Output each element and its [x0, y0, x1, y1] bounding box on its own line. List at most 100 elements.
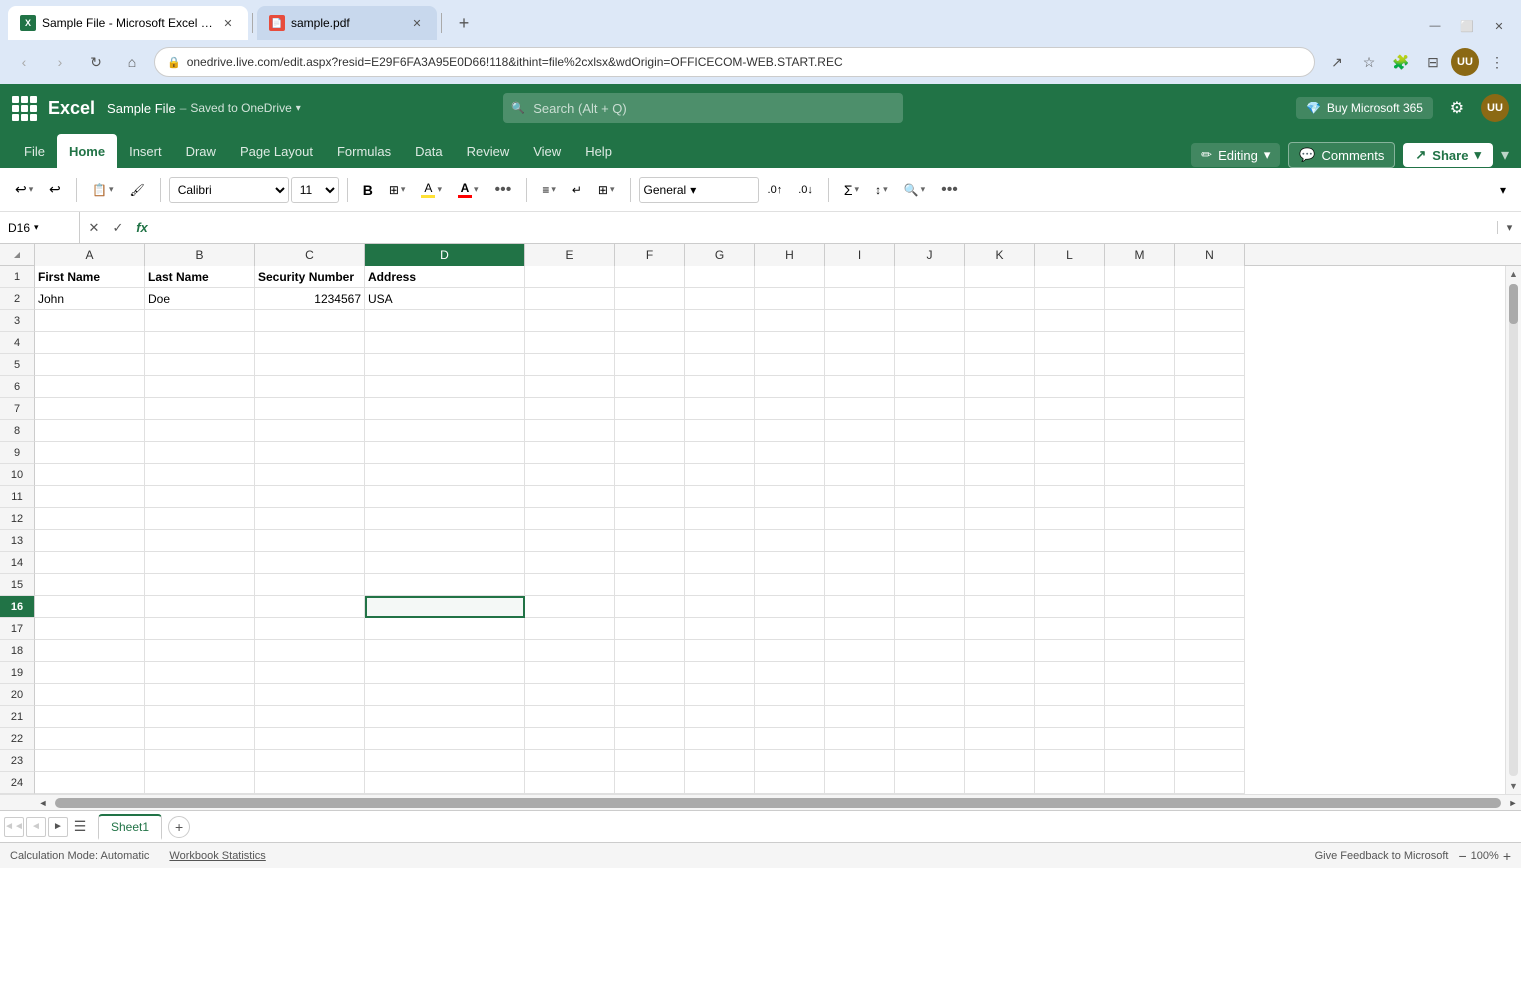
extension-icon[interactable]: 🧩 — [1387, 48, 1415, 76]
cell-F16[interactable] — [615, 596, 685, 618]
cell-L3[interactable] — [1035, 310, 1105, 332]
cell-K10[interactable] — [965, 464, 1035, 486]
cell-I14[interactable] — [825, 552, 895, 574]
cell-F21[interactable] — [615, 706, 685, 728]
cell-D10[interactable] — [365, 464, 525, 486]
cell-J7[interactable] — [895, 398, 965, 420]
col-header-N[interactable]: N — [1175, 244, 1245, 266]
cell-G17[interactable] — [685, 618, 755, 640]
bookmark-icon[interactable]: ☆ — [1355, 48, 1383, 76]
cell-K14[interactable] — [965, 552, 1035, 574]
cell-A22[interactable] — [35, 728, 145, 750]
cell-G15[interactable] — [685, 574, 755, 596]
row-header-9[interactable]: 9 — [0, 442, 35, 464]
cell-D24[interactable] — [365, 772, 525, 794]
merge-cells-button[interactable]: ⊞ ▾ — [591, 176, 622, 204]
cell-G21[interactable] — [685, 706, 755, 728]
cell-C10[interactable] — [255, 464, 365, 486]
cell-K20[interactable] — [965, 684, 1035, 706]
cell-D15[interactable] — [365, 574, 525, 596]
cell-N2[interactable] — [1175, 288, 1245, 310]
row-header-23[interactable]: 23 — [0, 750, 35, 772]
cell-J1[interactable] — [895, 266, 965, 288]
cell-K6[interactable] — [965, 376, 1035, 398]
cell-N23[interactable] — [1175, 750, 1245, 772]
cell-H10[interactable] — [755, 464, 825, 486]
cell-B22[interactable] — [145, 728, 255, 750]
cell-F4[interactable] — [615, 332, 685, 354]
cell-H8[interactable] — [755, 420, 825, 442]
font-size-select[interactable]: 11 — [291, 177, 339, 203]
cell-D20[interactable] — [365, 684, 525, 706]
cell-E22[interactable] — [525, 728, 615, 750]
cell-F1[interactable] — [615, 266, 685, 288]
cell-D6[interactable] — [365, 376, 525, 398]
cell-N8[interactable] — [1175, 420, 1245, 442]
cell-L21[interactable] — [1035, 706, 1105, 728]
cell-C22[interactable] — [255, 728, 365, 750]
tab-help[interactable]: Help — [573, 134, 624, 168]
cell-N20[interactable] — [1175, 684, 1245, 706]
cell-L19[interactable] — [1035, 662, 1105, 684]
font-family-select[interactable]: Calibri — [169, 177, 289, 203]
cell-J22[interactable] — [895, 728, 965, 750]
cell-G4[interactable] — [685, 332, 755, 354]
cell-M15[interactable] — [1105, 574, 1175, 596]
cell-K16[interactable] — [965, 596, 1035, 618]
excel-search-input[interactable] — [503, 93, 903, 123]
cell-H23[interactable] — [755, 750, 825, 772]
tab-draw[interactable]: Draw — [174, 134, 228, 168]
col-header-M[interactable]: M — [1105, 244, 1175, 266]
cell-K23[interactable] — [965, 750, 1035, 772]
cell-D1[interactable]: Address — [365, 266, 525, 288]
cell-M6[interactable] — [1105, 376, 1175, 398]
col-header-D[interactable]: D — [365, 244, 525, 266]
formula-input[interactable] — [156, 212, 1497, 243]
cell-I1[interactable] — [825, 266, 895, 288]
cell-H16[interactable] — [755, 596, 825, 618]
cell-A3[interactable] — [35, 310, 145, 332]
cell-L18[interactable] — [1035, 640, 1105, 662]
col-header-K[interactable]: K — [965, 244, 1035, 266]
col-header-A[interactable]: A — [35, 244, 145, 266]
cell-H1[interactable] — [755, 266, 825, 288]
cell-E2[interactable] — [525, 288, 615, 310]
cell-M23[interactable] — [1105, 750, 1175, 772]
cell-E4[interactable] — [525, 332, 615, 354]
cell-H9[interactable] — [755, 442, 825, 464]
vertical-scrollbar[interactable]: ▲ ▼ — [1505, 266, 1521, 794]
cell-H11[interactable] — [755, 486, 825, 508]
col-header-I[interactable]: I — [825, 244, 895, 266]
cell-A24[interactable] — [35, 772, 145, 794]
cell-J16[interactable] — [895, 596, 965, 618]
cell-A6[interactable] — [35, 376, 145, 398]
cell-M3[interactable] — [1105, 310, 1175, 332]
cell-N1[interactable] — [1175, 266, 1245, 288]
cell-J9[interactable] — [895, 442, 965, 464]
cell-A15[interactable] — [35, 574, 145, 596]
cell-B16[interactable] — [145, 596, 255, 618]
cell-J2[interactable] — [895, 288, 965, 310]
cell-A12[interactable] — [35, 508, 145, 530]
cell-B18[interactable] — [145, 640, 255, 662]
cell-J6[interactable] — [895, 376, 965, 398]
cell-N16[interactable] — [1175, 596, 1245, 618]
cell-N18[interactable] — [1175, 640, 1245, 662]
cell-L8[interactable] — [1035, 420, 1105, 442]
sort-filter-button[interactable]: ↕ ▾ — [868, 176, 895, 204]
cell-H5[interactable] — [755, 354, 825, 376]
cell-H6[interactable] — [755, 376, 825, 398]
cell-C1[interactable]: Security Number — [255, 266, 365, 288]
cell-N22[interactable] — [1175, 728, 1245, 750]
sheet-first-button[interactable]: ◄◄ — [4, 817, 24, 837]
close-window-icon[interactable]: ✕ — [1485, 16, 1513, 36]
forward-button[interactable]: › — [46, 48, 74, 76]
cell-E10[interactable] — [525, 464, 615, 486]
cell-N12[interactable] — [1175, 508, 1245, 530]
cell-A17[interactable] — [35, 618, 145, 640]
sheet-prev-button[interactable]: ◄ — [26, 817, 46, 837]
cell-A23[interactable] — [35, 750, 145, 772]
increase-decimal-button[interactable]: .0↑ — [761, 176, 790, 204]
cell-C23[interactable] — [255, 750, 365, 772]
cell-K2[interactable] — [965, 288, 1035, 310]
